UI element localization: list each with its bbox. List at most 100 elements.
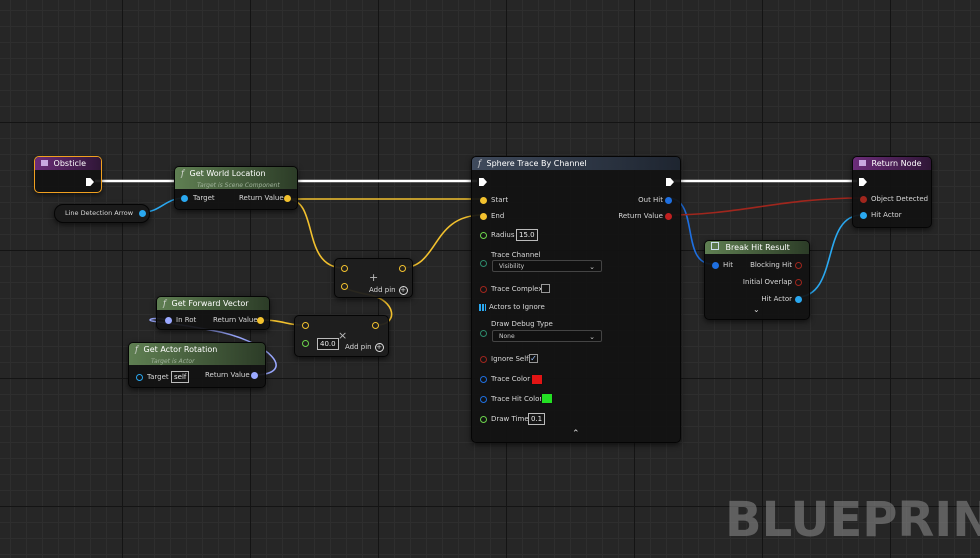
node-sphere-trace-by-channel[interactable]: f Sphere Trace By Channel Start Out Hit …	[471, 156, 681, 443]
add-pin-plus-icon: +	[398, 286, 408, 295]
draw-time-pin[interactable]	[480, 416, 487, 423]
return-value-label: Return Value	[618, 212, 663, 220]
node-header: f Get World Location Target is Scene Com…	[175, 167, 297, 189]
start-pin[interactable]	[480, 197, 487, 204]
radius-pin[interactable]	[480, 232, 487, 239]
trace-complex-label: Trace Complex	[491, 285, 543, 293]
add-pin-button[interactable]: Add pin +	[369, 286, 408, 295]
actors-to-ignore-pin[interactable]	[479, 304, 486, 311]
function-icon: f	[478, 159, 481, 168]
node-break-hit-result[interactable]: Break Hit Result Hit Blocking Hit Initia…	[704, 240, 810, 320]
return-value-pin[interactable]	[284, 195, 291, 202]
trace-complex-checkbox[interactable]	[541, 284, 550, 293]
return-value-pin[interactable]	[257, 317, 264, 324]
node-line-detection-arrow[interactable]: Line Detection Arrow	[54, 204, 150, 223]
add-pin-label: Add pin	[345, 343, 372, 351]
target-pin[interactable]	[181, 195, 188, 202]
blocking-hit-label: Blocking Hit	[750, 261, 792, 269]
mul-output-pin[interactable]	[372, 322, 379, 329]
trace-hit-color-label: Trace Hit Color	[491, 395, 543, 403]
mul-input-a-pin[interactable]	[302, 322, 309, 329]
node-obsticle[interactable]: Obsticle	[34, 156, 102, 193]
trace-hit-color-pin[interactable]	[480, 396, 487, 403]
mul-input-b-pin[interactable]	[302, 340, 309, 347]
struct-icon	[711, 242, 719, 250]
add-pin-label: Add pin	[369, 286, 396, 294]
trace-channel-pin[interactable]	[480, 260, 487, 267]
radius-field[interactable]: 15.0	[516, 229, 538, 241]
function-entry-icon	[41, 160, 48, 166]
collapse-advanced-icon[interactable]: ⌃	[572, 429, 580, 439]
function-icon: f	[163, 299, 166, 308]
trace-channel-label: Trace Channel	[491, 251, 541, 259]
node-multiply-vector[interactable]: × 40.0 Add pin +	[294, 315, 389, 357]
node-add-vector[interactable]: + Add pin +	[334, 258, 413, 298]
return-value-pin[interactable]	[251, 372, 258, 379]
initial-overlap-pin[interactable]	[795, 279, 802, 286]
draw-time-label: Draw Time	[491, 415, 529, 423]
exec-out-pin[interactable]	[86, 178, 94, 186]
in-rot-pin[interactable]	[165, 317, 172, 324]
node-title: Return Node	[871, 159, 922, 168]
exec-out-pin[interactable]	[666, 178, 674, 186]
blueprint-graph-canvas[interactable]: Obsticle Line Detection Arrow f Get Worl…	[0, 0, 980, 558]
blocking-hit-pin[interactable]	[795, 262, 802, 269]
hit-actor-pin[interactable]	[860, 212, 867, 219]
add-input-a-pin[interactable]	[341, 265, 348, 272]
trace-channel-dropdown[interactable]: Visibility ⌄	[492, 260, 602, 272]
exec-in-pin[interactable]	[859, 178, 867, 186]
node-get-forward-vector[interactable]: f Get Forward Vector In Rot Return Value	[156, 296, 270, 330]
expand-pins-icon[interactable]: ⌄	[753, 305, 760, 314]
node-header: f Get Actor Rotation Target is Actor	[129, 343, 265, 365]
return-value-pin[interactable]	[665, 213, 672, 220]
ignore-self-checkbox[interactable]: ✓	[529, 354, 538, 363]
node-title: Get Forward Vector	[171, 299, 249, 308]
out-hit-pin[interactable]	[665, 197, 672, 204]
return-value-label: Return Value	[205, 371, 250, 379]
add-pin-button[interactable]: Add pin +	[345, 343, 384, 352]
node-return[interactable]: Return Node Object Detected Hit Actor	[852, 156, 932, 228]
target-label: Target	[193, 194, 215, 202]
return-value-label: Return Value	[213, 316, 258, 324]
hit-pin[interactable]	[712, 262, 719, 269]
trace-hit-color-swatch[interactable]	[541, 393, 553, 404]
add-operator-icon: +	[369, 271, 379, 284]
wire-location-to-add	[286, 198, 345, 269]
trace-color-swatch[interactable]	[531, 374, 543, 385]
ignore-self-pin[interactable]	[480, 356, 487, 363]
self-field[interactable]: self	[171, 371, 190, 383]
node-title: Break Hit Result	[725, 243, 790, 252]
return-value-label: Return Value	[239, 194, 284, 202]
chevron-down-icon: ⌄	[589, 263, 595, 271]
draw-debug-type-value: None	[499, 333, 515, 340]
target-pin[interactable]	[136, 374, 143, 381]
object-detected-pin[interactable]	[860, 196, 867, 203]
end-pin[interactable]	[480, 213, 487, 220]
node-title: Get World Location	[189, 169, 266, 178]
start-label: Start	[491, 196, 509, 204]
trace-channel-value: Visibility	[499, 263, 525, 270]
node-get-actor-rotation[interactable]: f Get Actor Rotation Target is Actor Tar…	[128, 342, 266, 388]
target-label: Target	[147, 373, 169, 381]
trace-color-label: Trace Color	[491, 375, 531, 383]
add-pin-plus-icon: +	[374, 343, 384, 352]
draw-debug-type-pin[interactable]	[480, 330, 487, 337]
add-output-pin[interactable]	[399, 265, 406, 272]
node-obsticle-title: Obsticle	[53, 159, 86, 168]
actors-to-ignore-label: Actors to Ignore	[489, 303, 545, 311]
exec-in-pin[interactable]	[479, 178, 487, 186]
draw-debug-type-dropdown[interactable]: None ⌄	[492, 330, 602, 342]
end-label: End	[491, 212, 505, 220]
add-input-b-pin[interactable]	[341, 283, 348, 290]
node-get-world-location[interactable]: f Get World Location Target is Scene Com…	[174, 166, 298, 210]
node-title: Sphere Trace By Channel	[486, 159, 587, 168]
function-icon: f	[135, 345, 138, 354]
hit-actor-pin[interactable]	[795, 296, 802, 303]
object-out-pin[interactable]	[139, 210, 146, 217]
draw-time-field[interactable]: 0.1	[528, 413, 546, 425]
node-header: Return Node	[853, 157, 931, 170]
radius-label: Radius	[491, 231, 515, 239]
trace-color-pin[interactable]	[480, 376, 487, 383]
multiply-value-field[interactable]: 40.0	[317, 338, 339, 350]
trace-complex-pin[interactable]	[480, 286, 487, 293]
